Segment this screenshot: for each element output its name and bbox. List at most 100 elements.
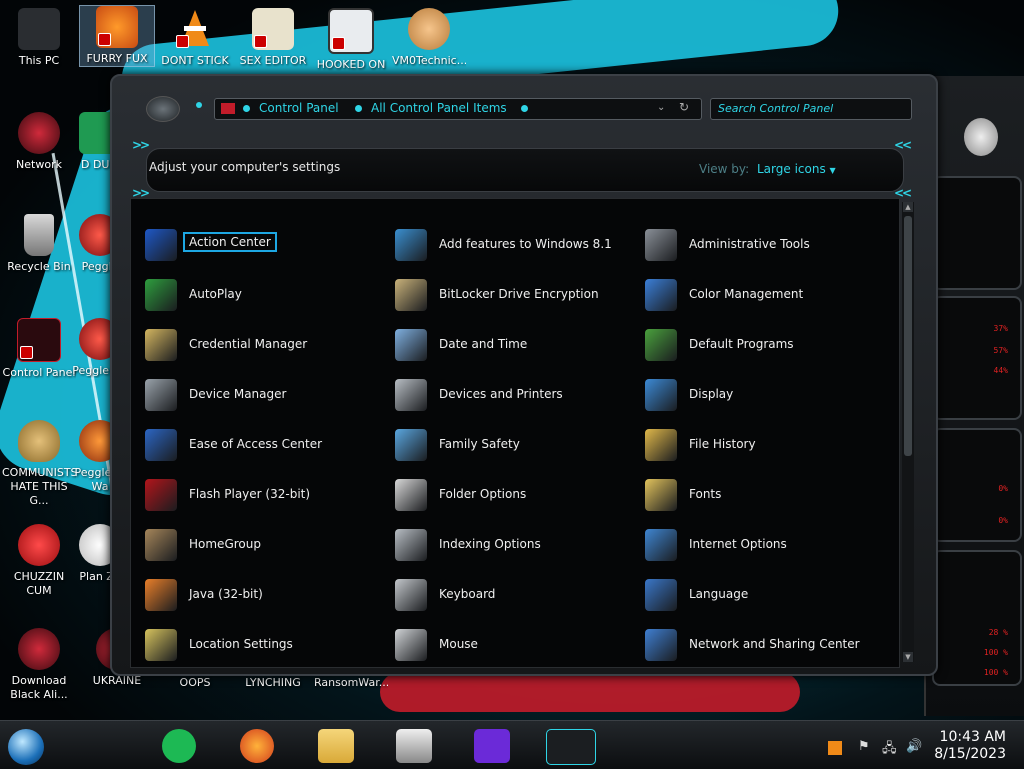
desktop-icon-label: Recycle Bin (7, 260, 71, 273)
refresh-icon[interactable]: ↻ (679, 100, 689, 114)
control-panel-item[interactable]: Indexing Options (395, 527, 635, 563)
control-panel-item-label: Default Programs (689, 337, 794, 351)
breadcrumb-separator-icon (355, 105, 362, 112)
desktop-icon-hooked-on[interactable]: HOOKED ON (314, 8, 388, 72)
scroll-up-icon[interactable]: ▲ (903, 202, 913, 212)
desktop-icon-label: Download Black Ali... (10, 674, 68, 701)
network-tray-icon[interactable]: 🖧 (882, 739, 897, 761)
desktop-icon-control-panel[interactable]: Control Panel (2, 318, 76, 380)
control-panel-item[interactable]: Device Manager (145, 377, 385, 413)
firefox-taskbar-icon[interactable] (240, 729, 274, 763)
control-panel-item-label: Indexing Options (439, 537, 541, 551)
control-panel-item[interactable]: BitLocker Drive Encryption (395, 277, 635, 313)
address-dropdown-icon[interactable]: ⌄ (657, 102, 665, 113)
control-panel-item-label: Device Manager (189, 387, 287, 401)
view-by-value: Large icons (757, 162, 826, 176)
desktop-icon-download-black[interactable]: Download Black Ali... (2, 628, 76, 702)
desktop-icon-dont-stick[interactable]: DONT STICK (158, 8, 232, 68)
desktop-icon-sex-editor[interactable]: SEX EDITOR (236, 8, 310, 68)
control-panel-item-label: Date and Time (439, 337, 528, 351)
desktop-icon-lynching[interactable]: LYNCHING (236, 676, 310, 690)
control-panel-icon (17, 318, 61, 362)
control-panel-item[interactable]: Ease of Access Center (145, 427, 385, 463)
this-pc-icon (18, 8, 60, 50)
control-panel-item[interactable]: Color Management (645, 277, 885, 313)
control-panel-small-icon (221, 103, 235, 114)
control-panel-item[interactable]: Date and Time (395, 327, 635, 363)
control-panel-item[interactable]: Network and Sharing Center (645, 627, 885, 663)
control-panel-taskbar-icon[interactable] (546, 729, 596, 765)
desktop-icon-network[interactable]: Network (2, 112, 76, 172)
control-panel-item[interactable]: Keyboard (395, 577, 635, 613)
control-panel-item[interactable]: Add features to Windows 8.1 (395, 227, 635, 263)
control-panel-item[interactable]: Internet Options (645, 527, 885, 563)
desktop-icon-ransomware[interactable]: RansomWar... (314, 676, 388, 690)
network-app-taskbar-icon[interactable] (396, 729, 432, 763)
control-panel-item-label: Administrative Tools (689, 237, 810, 251)
spotify-taskbar-icon[interactable] (162, 729, 196, 763)
desktop-icon-this-pc[interactable]: This PC (2, 8, 76, 68)
start-orb-icon[interactable] (8, 729, 44, 765)
view-by-dropdown[interactable]: Large icons ▼ (757, 162, 836, 176)
desktop-icon-chuzzin-cum[interactable]: CHUZZIN CUM (2, 524, 76, 598)
vlc-cone-icon (174, 8, 216, 50)
address-bar[interactable]: Control Panel All Control Panel Items ⌄ … (214, 98, 702, 120)
desktop-icon-recycle-bin[interactable]: Recycle Bin (2, 214, 76, 274)
indexing-icon (395, 529, 427, 561)
clock[interactable]: 10:43 AM 8/15/2023 (934, 729, 1006, 763)
control-panel-item-label: Credential Manager (189, 337, 308, 351)
flag-tray-icon[interactable]: ⚑ (858, 739, 870, 754)
control-panel-item[interactable]: Java (32-bit) (145, 577, 385, 613)
window-toolbar: Control Panel All Control Panel Items ⌄ … (138, 94, 918, 124)
scrollbar-thumb[interactable] (904, 216, 912, 456)
java-icon (145, 579, 177, 611)
control-panel-item[interactable]: HomeGroup (145, 527, 385, 563)
control-panel-item[interactable]: Location Settings (145, 627, 385, 663)
desktop-icon-vm0technic[interactable]: VM0Technic... (392, 8, 466, 68)
expand-left-icon: >> (132, 138, 150, 152)
control-panel-item[interactable]: Language (645, 577, 885, 613)
chevron-down-icon: ▼ (829, 166, 836, 175)
internet-icon (645, 529, 677, 561)
control-panel-item[interactable]: Fonts (645, 477, 885, 513)
desktop-icon-oops[interactable]: OOPS (158, 676, 232, 690)
control-panel-item[interactable]: Folder Options (395, 477, 635, 513)
control-panel-window: Control Panel All Control Panel Items ⌄ … (110, 74, 938, 676)
control-panel-item[interactable]: Display (645, 377, 885, 413)
control-panel-item[interactable]: Family Safety (395, 427, 635, 463)
control-panel-item[interactable]: Default Programs (645, 327, 885, 363)
control-panel-item[interactable]: Flash Player (32-bit) (145, 477, 385, 513)
control-panel-item[interactable]: Credential Manager (145, 327, 385, 363)
monitor-upgrade-icon (395, 229, 427, 261)
control-panel-item[interactable]: Mouse (395, 627, 635, 663)
control-panel-item[interactable]: File History (645, 427, 885, 463)
control-panel-item-label: Java (32-bit) (189, 587, 263, 601)
vertical-scrollbar[interactable]: ▲ ▼ (902, 202, 914, 662)
gadget-frame: 28 % 100 % 100 % (932, 550, 1022, 686)
gadget-frame: 37% 57% 44% (932, 296, 1022, 420)
search-box[interactable]: Search Control Panel (710, 98, 912, 120)
color-icon (645, 279, 677, 311)
control-panel-item[interactable]: Administrative Tools (645, 227, 885, 263)
desktop-icon-furry-fux[interactable]: FURRY FUX (79, 5, 155, 67)
control-panel-item-label: Network and Sharing Center (689, 637, 860, 651)
back-forward-orb-icon[interactable] (146, 96, 180, 122)
search-taskbar-icon[interactable] (474, 729, 510, 763)
control-panel-item[interactable]: Devices and Printers (395, 377, 635, 413)
wallpaper-figure (380, 672, 800, 712)
network-sharing-icon (645, 629, 677, 661)
breadcrumb-all-items[interactable]: All Control Panel Items (371, 101, 507, 115)
desktop-icon-label: DONT STICK (161, 54, 229, 67)
control-panel-item[interactable]: AutoPlay (145, 277, 385, 313)
desktop-icon-label: OOPS (179, 676, 211, 689)
control-panel-item[interactable]: Action Center (145, 227, 385, 263)
desktop-icon-label: COMMUNISTS HATE THIS G... (2, 466, 76, 507)
drive-percent: 0% (998, 516, 1008, 525)
tray-app-icon[interactable] (828, 741, 842, 755)
file-explorer-taskbar-icon[interactable] (318, 729, 354, 763)
scroll-down-icon[interactable]: ▼ (903, 652, 913, 662)
volume-icon[interactable]: 🔊 (906, 739, 922, 754)
key-icon (395, 279, 427, 311)
breadcrumb-control-panel[interactable]: Control Panel (259, 101, 339, 115)
desktop-icon-communists[interactable]: COMMUNISTS HATE THIS G... (2, 420, 76, 508)
